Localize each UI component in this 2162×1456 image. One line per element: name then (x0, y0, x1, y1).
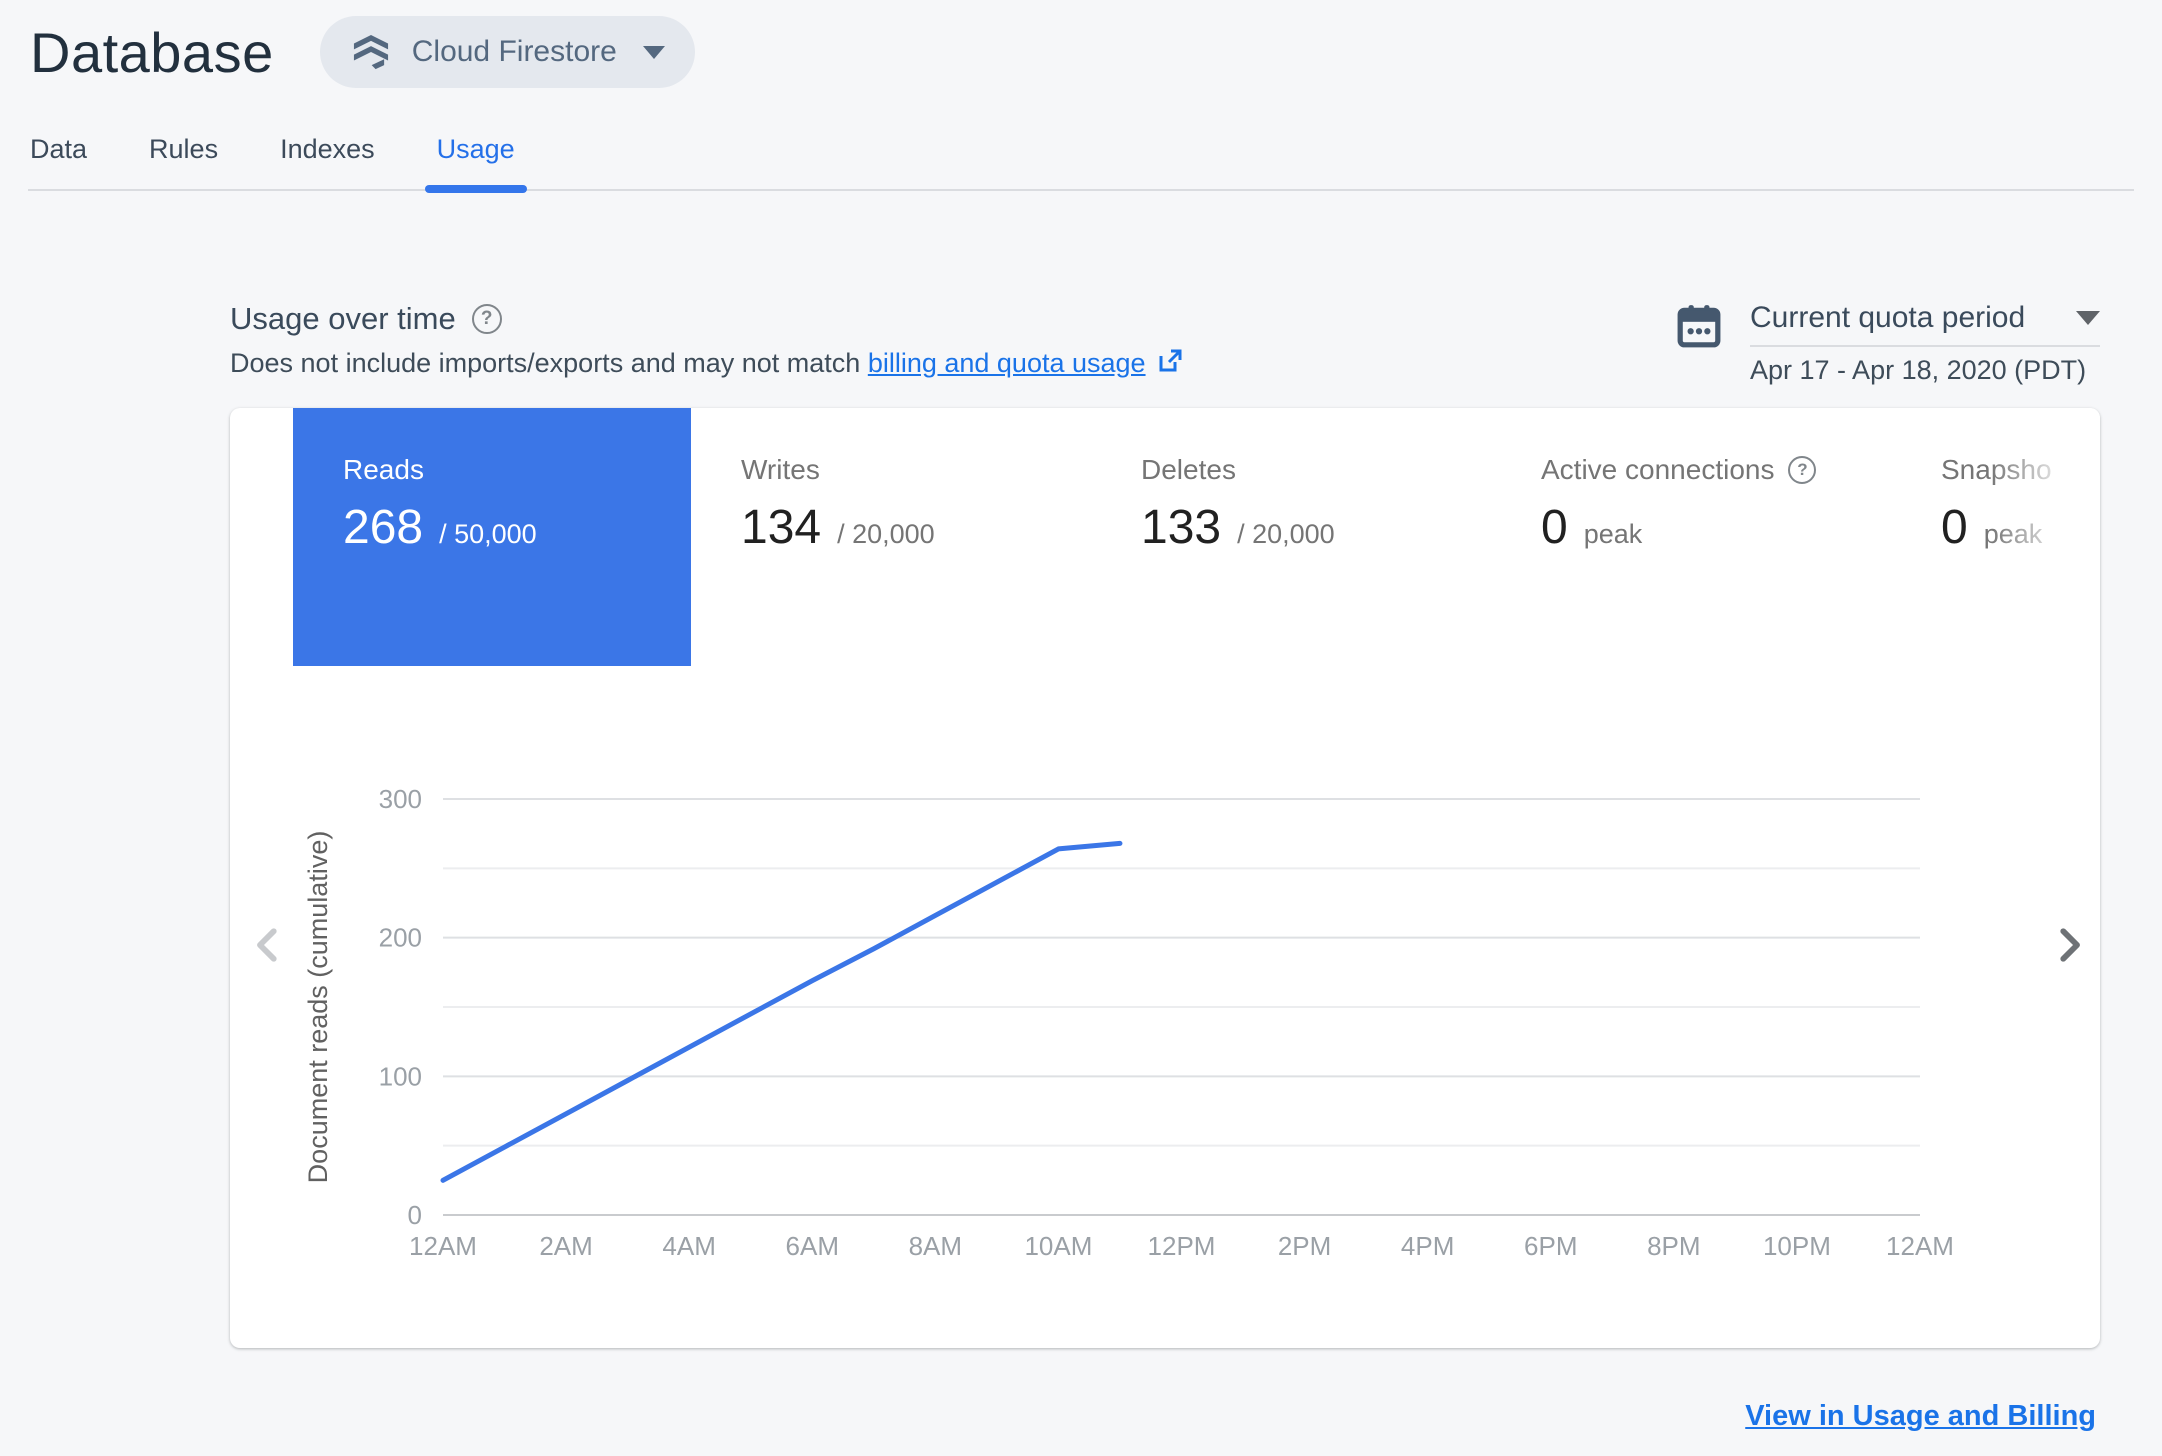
svg-text:10AM: 10AM (1024, 1231, 1092, 1261)
usage-subtitle: Does not include imports/exports and may… (230, 347, 1184, 382)
chevron-left-icon (245, 928, 291, 971)
carousel-left-button[interactable] (245, 922, 291, 968)
page-header: Database Cloud Firestore (0, 0, 2162, 88)
svg-text:6AM: 6AM (786, 1231, 839, 1261)
tab-indexes[interactable]: Indexes (278, 126, 377, 189)
svg-text:300: 300 (379, 784, 422, 814)
billing-quota-usage-link[interactable]: billing and quota usage (868, 348, 1146, 378)
svg-text:4PM: 4PM (1401, 1231, 1454, 1261)
quota-period-label: Current quota period (1750, 301, 2026, 334)
usage-heading-block: Usage over time ? Does not include impor… (230, 301, 1184, 382)
calendar-icon (1676, 303, 1722, 349)
quota-divider (1750, 345, 2100, 347)
svg-text:8PM: 8PM (1647, 1231, 1700, 1261)
page-title: Database (30, 20, 274, 84)
product-selector-label: Cloud Firestore (411, 35, 617, 68)
svg-text:12PM: 12PM (1148, 1231, 1216, 1261)
tab-data[interactable]: Data (28, 126, 89, 189)
usage-section-header: Usage over time ? Does not include impor… (230, 301, 2100, 386)
carousel-right-button[interactable] (2046, 922, 2092, 968)
footer-row: View in Usage and Billing (0, 1400, 2096, 1433)
quota-period-selector[interactable]: Current quota period Apr 17 - Apr 18, 20… (1750, 301, 2100, 386)
svg-text:200: 200 (379, 923, 422, 953)
product-selector[interactable]: Cloud Firestore (319, 16, 695, 88)
chevron-right-icon (2046, 928, 2092, 971)
quota-period-block: Current quota period Apr 17 - Apr 18, 20… (1676, 301, 2100, 386)
svg-text:100: 100 (379, 1061, 422, 1091)
tab-bar: Data Rules Indexes Usage (28, 114, 2134, 193)
firestore-usage-page: Database Cloud Firestore Data Rules Inde… (0, 0, 2162, 1456)
svg-text:4AM: 4AM (662, 1231, 715, 1261)
external-link-icon (1156, 347, 1184, 382)
firestore-icon (350, 31, 392, 73)
chevron-down-icon (642, 45, 665, 59)
svg-text:6PM: 6PM (1524, 1231, 1577, 1261)
usage-over-time-title: Usage over time (230, 301, 456, 336)
view-usage-billing-link[interactable]: View in Usage and Billing (1745, 1400, 2096, 1433)
quota-period-range: Apr 17 - Apr 18, 2020 (PDT) (1750, 355, 2087, 385)
usage-panel: Reads 268 / 50,000 Writes 134 / 20,000 D… (230, 408, 2100, 1348)
svg-text:0: 0 (408, 1200, 422, 1230)
svg-text:8AM: 8AM (909, 1231, 962, 1261)
chevron-down-icon (2076, 311, 2100, 325)
svg-text:2AM: 2AM (539, 1231, 592, 1261)
tab-usage[interactable]: Usage (424, 126, 527, 193)
help-icon[interactable]: ? (471, 304, 502, 334)
svg-text:12AM: 12AM (409, 1231, 477, 1261)
svg-text:12AM: 12AM (1886, 1231, 1954, 1261)
svg-text:2PM: 2PM (1278, 1231, 1331, 1261)
usage-subtitle-text: Does not include imports/exports and may… (230, 348, 868, 378)
svg-text:Document reads (cumulative): Document reads (cumulative) (303, 831, 333, 1184)
svg-text:10PM: 10PM (1763, 1231, 1831, 1261)
usage-line-chart: 0 100 200 300 12AM 2AM 4AM 6AM 8AM 10AM 12PM 2PM 4PM… (303, 784, 1954, 1261)
tab-rules[interactable]: Rules (147, 126, 220, 189)
